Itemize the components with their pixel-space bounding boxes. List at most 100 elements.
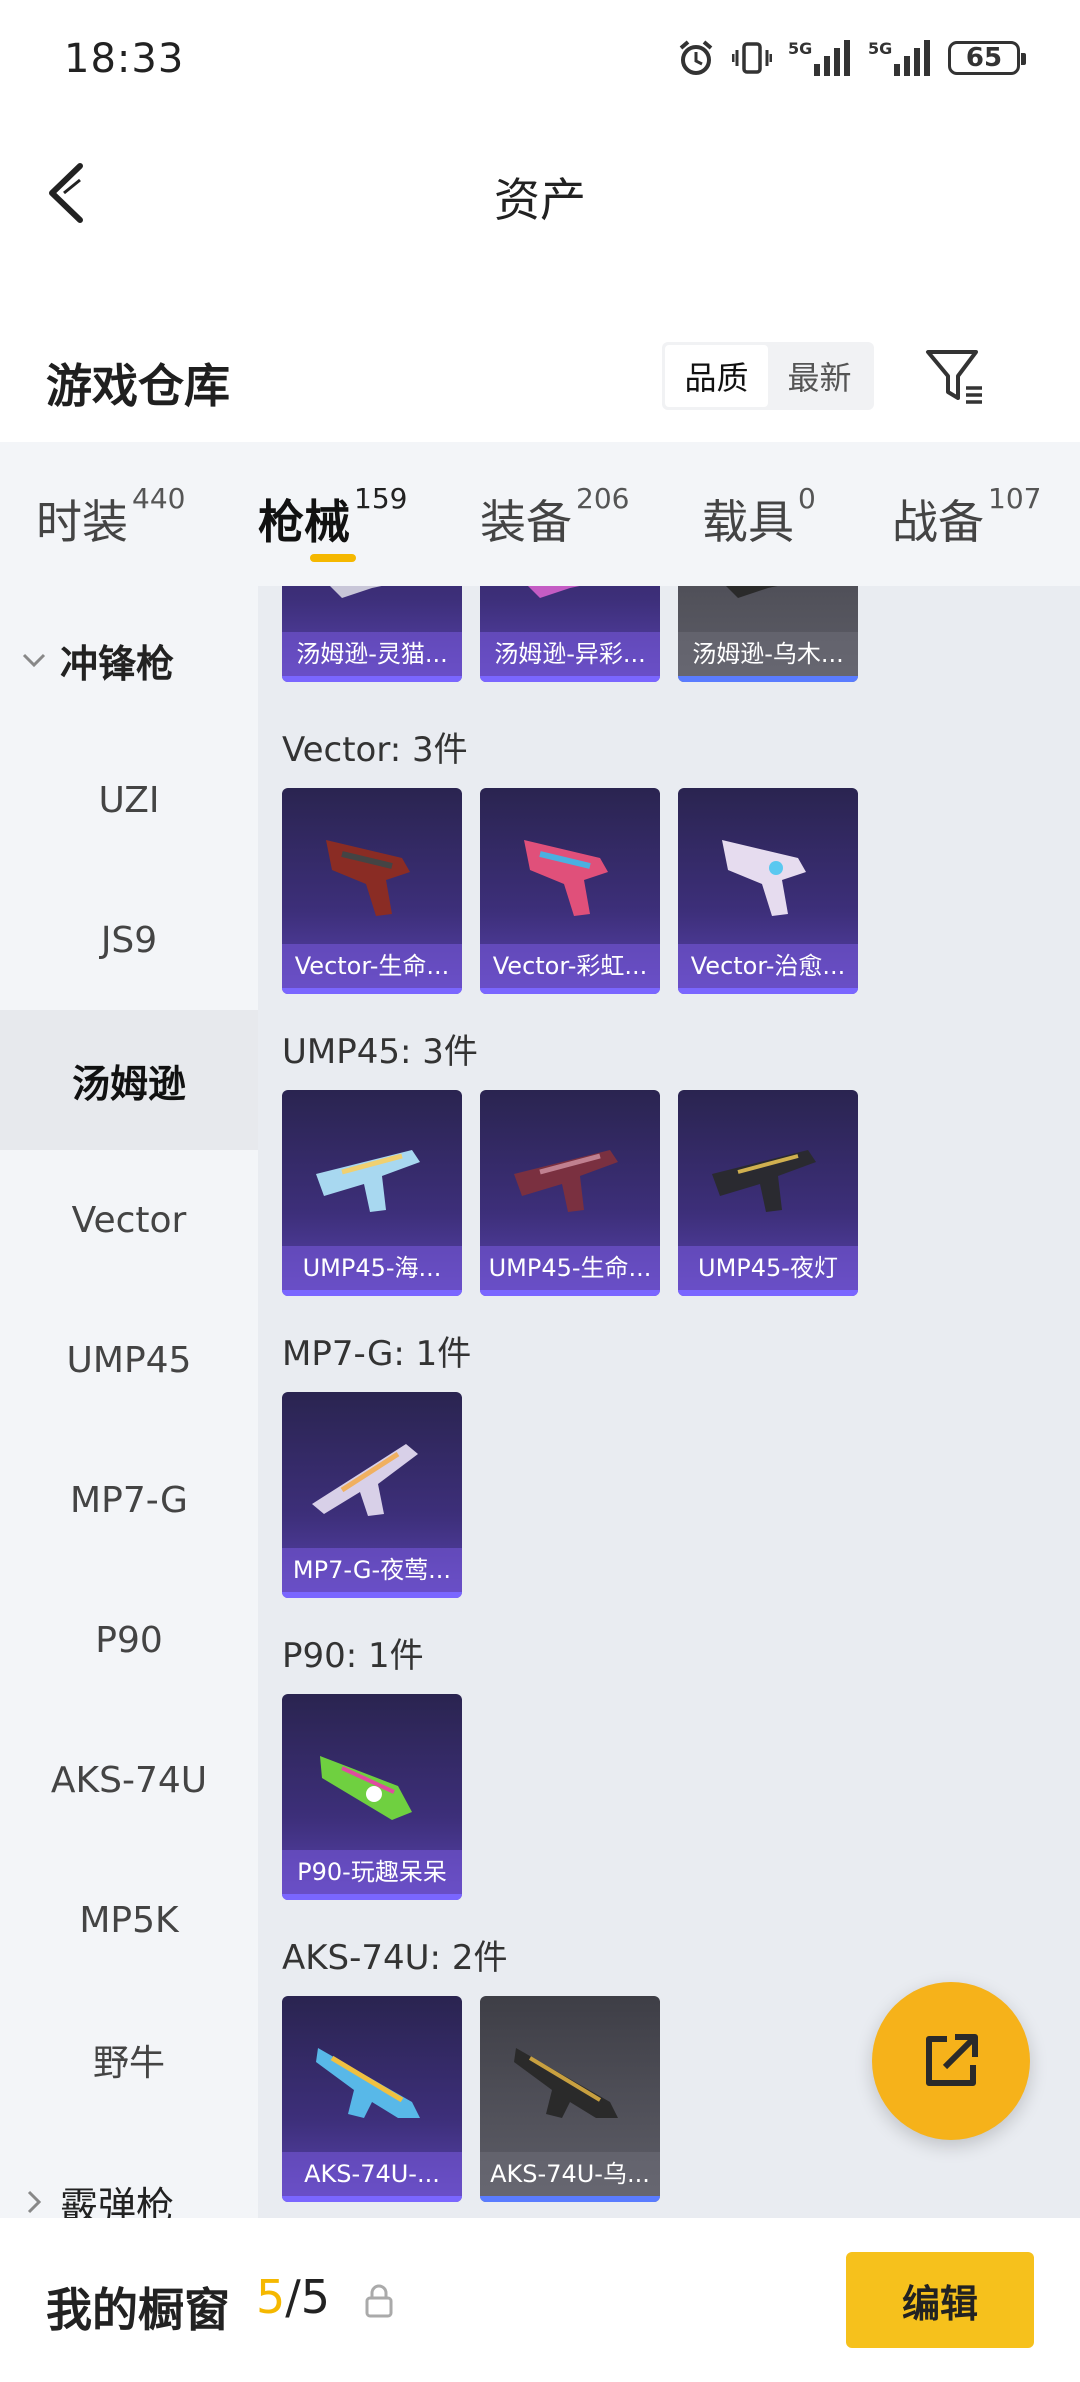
battery-level: 65 <box>965 43 1003 73</box>
sidebar-group-label: 霰弹枪 <box>60 2183 175 2219</box>
weapon-thumbnail <box>330 586 382 598</box>
weapon-thumbnail <box>524 840 608 916</box>
tab-count: 0 <box>798 482 816 515</box>
rarity-bar <box>678 988 858 994</box>
sidebar-item-thompson[interactable]: 汤姆逊 <box>0 1010 258 1150</box>
item-name: 汤姆逊-灵猫... <box>282 632 462 676</box>
rarity-bar <box>282 1894 462 1900</box>
tab-firearms[interactable]: 枪械 159 <box>258 482 407 552</box>
sidebar-item-aks74u[interactable]: AKS-74U <box>0 1710 258 1850</box>
section-title: P90: 1件 <box>282 1636 424 1676</box>
tab-count: 107 <box>988 482 1042 515</box>
item-name: Vector-彩虹... <box>480 944 660 988</box>
tab-tactical[interactable]: 战备 107 <box>892 482 1041 552</box>
rarity-bar <box>480 1290 660 1296</box>
item-name: AKS-74U-乌... <box>480 2152 660 2196</box>
filter-button[interactable] <box>922 344 988 410</box>
signal-icon-1: 5G <box>788 38 852 78</box>
item-name: UMP45-海... <box>282 1246 462 1290</box>
sidebar-item-vector[interactable]: Vector <box>0 1150 258 1290</box>
sidebar-item-mp7g[interactable]: MP7-G <box>0 1430 258 1570</box>
sidebar-item-p90[interactable]: P90 <box>0 1570 258 1710</box>
showcase-label: 我的橱窗 <box>46 2283 230 2337</box>
category-tabs: 时装 440 枪械 159 装备 206 载具 0 战备 107 <box>0 442 1080 586</box>
item-card[interactable]: Vector-彩虹... <box>480 788 660 994</box>
sidebar-item-mp5k[interactable]: MP5K <box>0 1850 258 1990</box>
filter-icon <box>926 350 982 404</box>
tab-label: 战备 <box>892 495 984 549</box>
item-grid: 汤姆逊-灵猫... 汤姆逊-异彩... 汤姆逊-乌木... Vector: 3件… <box>258 586 1080 2218</box>
tab-equipment[interactable]: 装备 206 <box>480 482 629 552</box>
item-name: MP7-G-夜莺... <box>282 1548 462 1592</box>
chevron-right-icon <box>27 2190 42 2214</box>
item-card[interactable]: UMP45-夜灯 <box>678 1090 858 1296</box>
item-card[interactable]: 汤姆逊-灵猫... <box>282 586 462 682</box>
item-card[interactable]: AKS-74U-... <box>282 1996 462 2202</box>
sort-toggle: 品质 最新 <box>662 342 874 410</box>
sort-quality-button[interactable]: 品质 <box>665 345 768 407</box>
sidebar-group-smg[interactable]: 冲锋枪 <box>0 610 258 710</box>
item-name: UMP45-生命... <box>480 1246 660 1290</box>
sidebar-item-uzi[interactable]: UZI <box>0 730 258 870</box>
section-title: 游戏仓库 <box>46 359 230 413</box>
weapon-thumbnail <box>722 840 806 916</box>
item-name: 汤姆逊-异彩... <box>480 632 660 676</box>
tab-fashion[interactable]: 时装 440 <box>36 482 185 552</box>
tab-label: 载具 <box>702 495 794 549</box>
weapon-thumbnail <box>312 1444 418 1516</box>
section-title: MP7-G: 1件 <box>282 1334 472 1374</box>
sidebar-group-shotgun[interactable]: 霰弹枪 <box>0 2152 258 2218</box>
network-type-1: 5G <box>788 39 812 58</box>
rarity-bar <box>480 988 660 994</box>
rarity-bar <box>282 988 462 994</box>
item-card[interactable]: P90-玩趣呆呆 <box>282 1694 462 1900</box>
weapon-thumbnail <box>316 2048 420 2118</box>
signal-icon-2: 5G <box>868 38 932 78</box>
rarity-bar <box>678 1290 858 1296</box>
external-link-icon <box>926 2034 978 2086</box>
sidebar-item-ump45[interactable]: UMP45 <box>0 1290 258 1430</box>
item-card[interactable]: AKS-74U-乌... <box>480 1996 660 2202</box>
share-fab-button[interactable] <box>872 1982 1030 2140</box>
item-card[interactable]: Vector-生命... <box>282 788 462 994</box>
status-bar: 18:33 5G 5G 65 <box>0 0 1080 120</box>
sidebar-item-bison[interactable]: 野牛 <box>0 1990 258 2130</box>
item-card[interactable]: 汤姆逊-异彩... <box>480 586 660 682</box>
battery-icon: 65 <box>948 41 1026 75</box>
sort-latest-button[interactable]: 最新 <box>768 345 871 407</box>
active-tab-indicator <box>310 554 356 562</box>
section-title: UMP45: 3件 <box>282 1032 478 1072</box>
lock-icon <box>365 2284 393 2318</box>
rarity-bar <box>282 2196 462 2202</box>
chevron-down-icon <box>22 653 46 668</box>
item-card[interactable]: UMP45-海... <box>282 1090 462 1296</box>
sidebar-item-js9[interactable]: JS9 <box>0 870 258 1010</box>
showcase-count-total: /5 <box>285 2270 331 2324</box>
item-card[interactable]: 汤姆逊-乌木... <box>678 586 858 682</box>
item-card[interactable]: MP7-G-夜莺... <box>282 1392 462 1598</box>
item-card[interactable]: Vector-治愈... <box>678 788 858 994</box>
rarity-bar <box>282 1290 462 1296</box>
rarity-bar <box>480 2196 660 2202</box>
edit-button[interactable]: 编辑 <box>846 2252 1034 2348</box>
rarity-bar <box>480 676 660 682</box>
item-card[interactable]: UMP45-生命... <box>480 1090 660 1296</box>
weapon-thumbnail <box>316 1150 420 1212</box>
warehouse-header: 游戏仓库 品质 最新 <box>0 320 1080 440</box>
item-name: UMP45-夜灯 <box>678 1246 858 1290</box>
weapon-thumbnail <box>320 1756 412 1820</box>
network-type-2: 5G <box>868 39 892 58</box>
tab-label: 装备 <box>480 495 572 549</box>
showcase-count: 5/5 <box>256 2270 330 2324</box>
tab-count: 206 <box>576 482 630 515</box>
tab-count: 440 <box>132 482 186 515</box>
tab-label: 时装 <box>36 495 128 549</box>
weapon-thumbnail <box>712 1150 816 1212</box>
weapon-thumbnail <box>726 586 778 598</box>
tab-vehicles[interactable]: 载具 0 <box>702 482 816 552</box>
item-name: Vector-治愈... <box>678 944 858 988</box>
weapon-thumbnail <box>514 2048 618 2118</box>
item-name: P90-玩趣呆呆 <box>282 1850 462 1894</box>
tab-label: 枪械 <box>258 495 350 549</box>
showcase-bar: 我的橱窗 5/5 编辑 <box>0 2218 1080 2382</box>
